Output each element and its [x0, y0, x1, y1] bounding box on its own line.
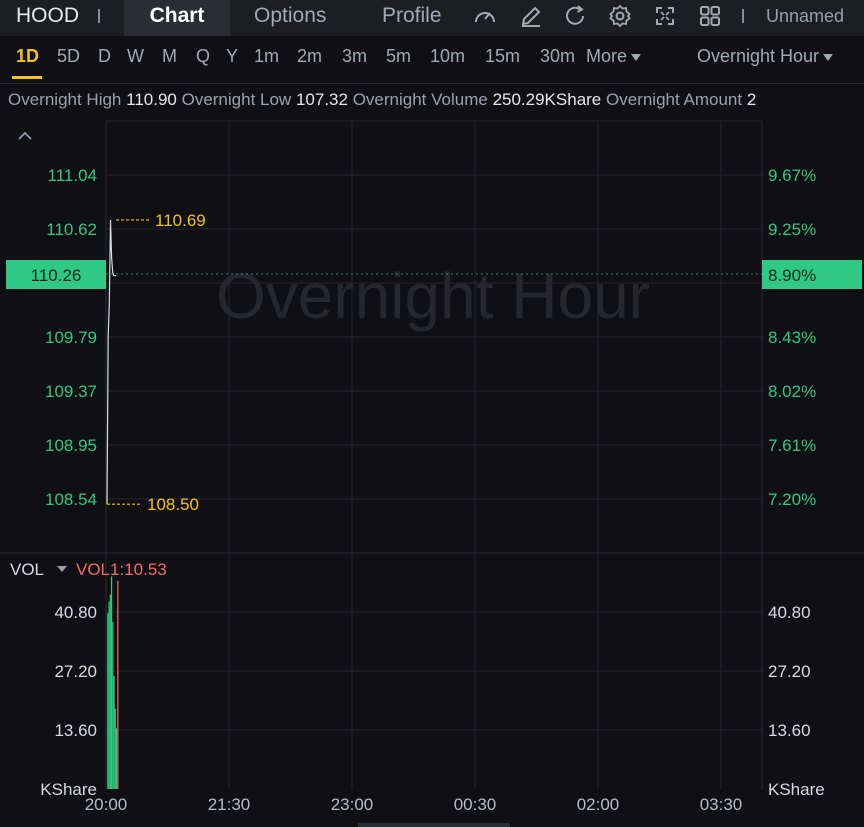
volume-tick-label: 40.80: [54, 603, 97, 622]
price-tick-label: 111.04: [48, 166, 97, 185]
price-chart[interactable]: Overnight Hour 111.04 110.62 109.79 109.…: [0, 0, 864, 827]
pct-tick-label: 8.43%: [768, 328, 816, 347]
price-series-line: [106, 219, 117, 505]
volume-bar: [116, 728, 118, 789]
volume-bars: [107, 576, 119, 789]
price-tick-label: 109.79: [45, 328, 97, 347]
pct-tick-label: 9.67%: [768, 166, 816, 185]
price-tick-label: 109.37: [45, 382, 97, 401]
volume-bar: [111, 576, 113, 789]
volume-unit-label: KShare: [768, 780, 825, 799]
volume-bar: [113, 676, 115, 789]
volume-bar: [107, 613, 109, 789]
last-pct-label: 8.90%: [768, 266, 816, 285]
time-tick-label: 02:00: [577, 795, 620, 814]
chart-watermark: Overnight Hour: [216, 260, 650, 332]
time-tick-label: 00:30: [454, 795, 497, 814]
volume-bar: [114, 708, 116, 789]
last-price-label: 110.26: [31, 266, 82, 285]
time-tick-label: 21:30: [208, 795, 251, 814]
min-price-label: 108.50: [147, 495, 199, 514]
volume-indicator-value: VOL1:10.53: [76, 560, 167, 579]
max-price-label: 110.69: [155, 211, 206, 230]
pct-tick-label: 9.25%: [768, 220, 816, 239]
time-tick-label: 03:30: [700, 795, 743, 814]
volume-tick-label: 27.20: [54, 662, 97, 681]
volume-bar: [117, 580, 119, 789]
pct-tick-label: 7.61%: [768, 436, 816, 455]
pct-tick-label: 7.20%: [768, 490, 816, 509]
price-tick-label: 108.54: [45, 490, 97, 509]
price-tick-label: 108.95: [45, 436, 97, 455]
volume-bar: [108, 601, 110, 789]
volume-bar: [112, 622, 114, 789]
price-tick-label: 110.62: [46, 220, 97, 239]
collapse-chevron-icon[interactable]: [18, 131, 32, 140]
time-tick-label: 23:00: [331, 795, 374, 814]
volume-tick-label: 40.80: [768, 603, 811, 622]
volume-tick-label: 27.20: [768, 662, 811, 681]
volume-tick-label: 13.60: [768, 721, 811, 740]
indicator-dropdown-icon[interactable]: [57, 566, 67, 572]
pct-tick-label: 8.02%: [768, 382, 816, 401]
horizontal-scrollbar[interactable]: [358, 823, 510, 827]
time-tick-label: 20:00: [85, 795, 128, 814]
volume-tick-label: 13.60: [54, 721, 97, 740]
volume-indicator-name: VOL: [10, 560, 44, 579]
volume-bar: [109, 594, 111, 789]
